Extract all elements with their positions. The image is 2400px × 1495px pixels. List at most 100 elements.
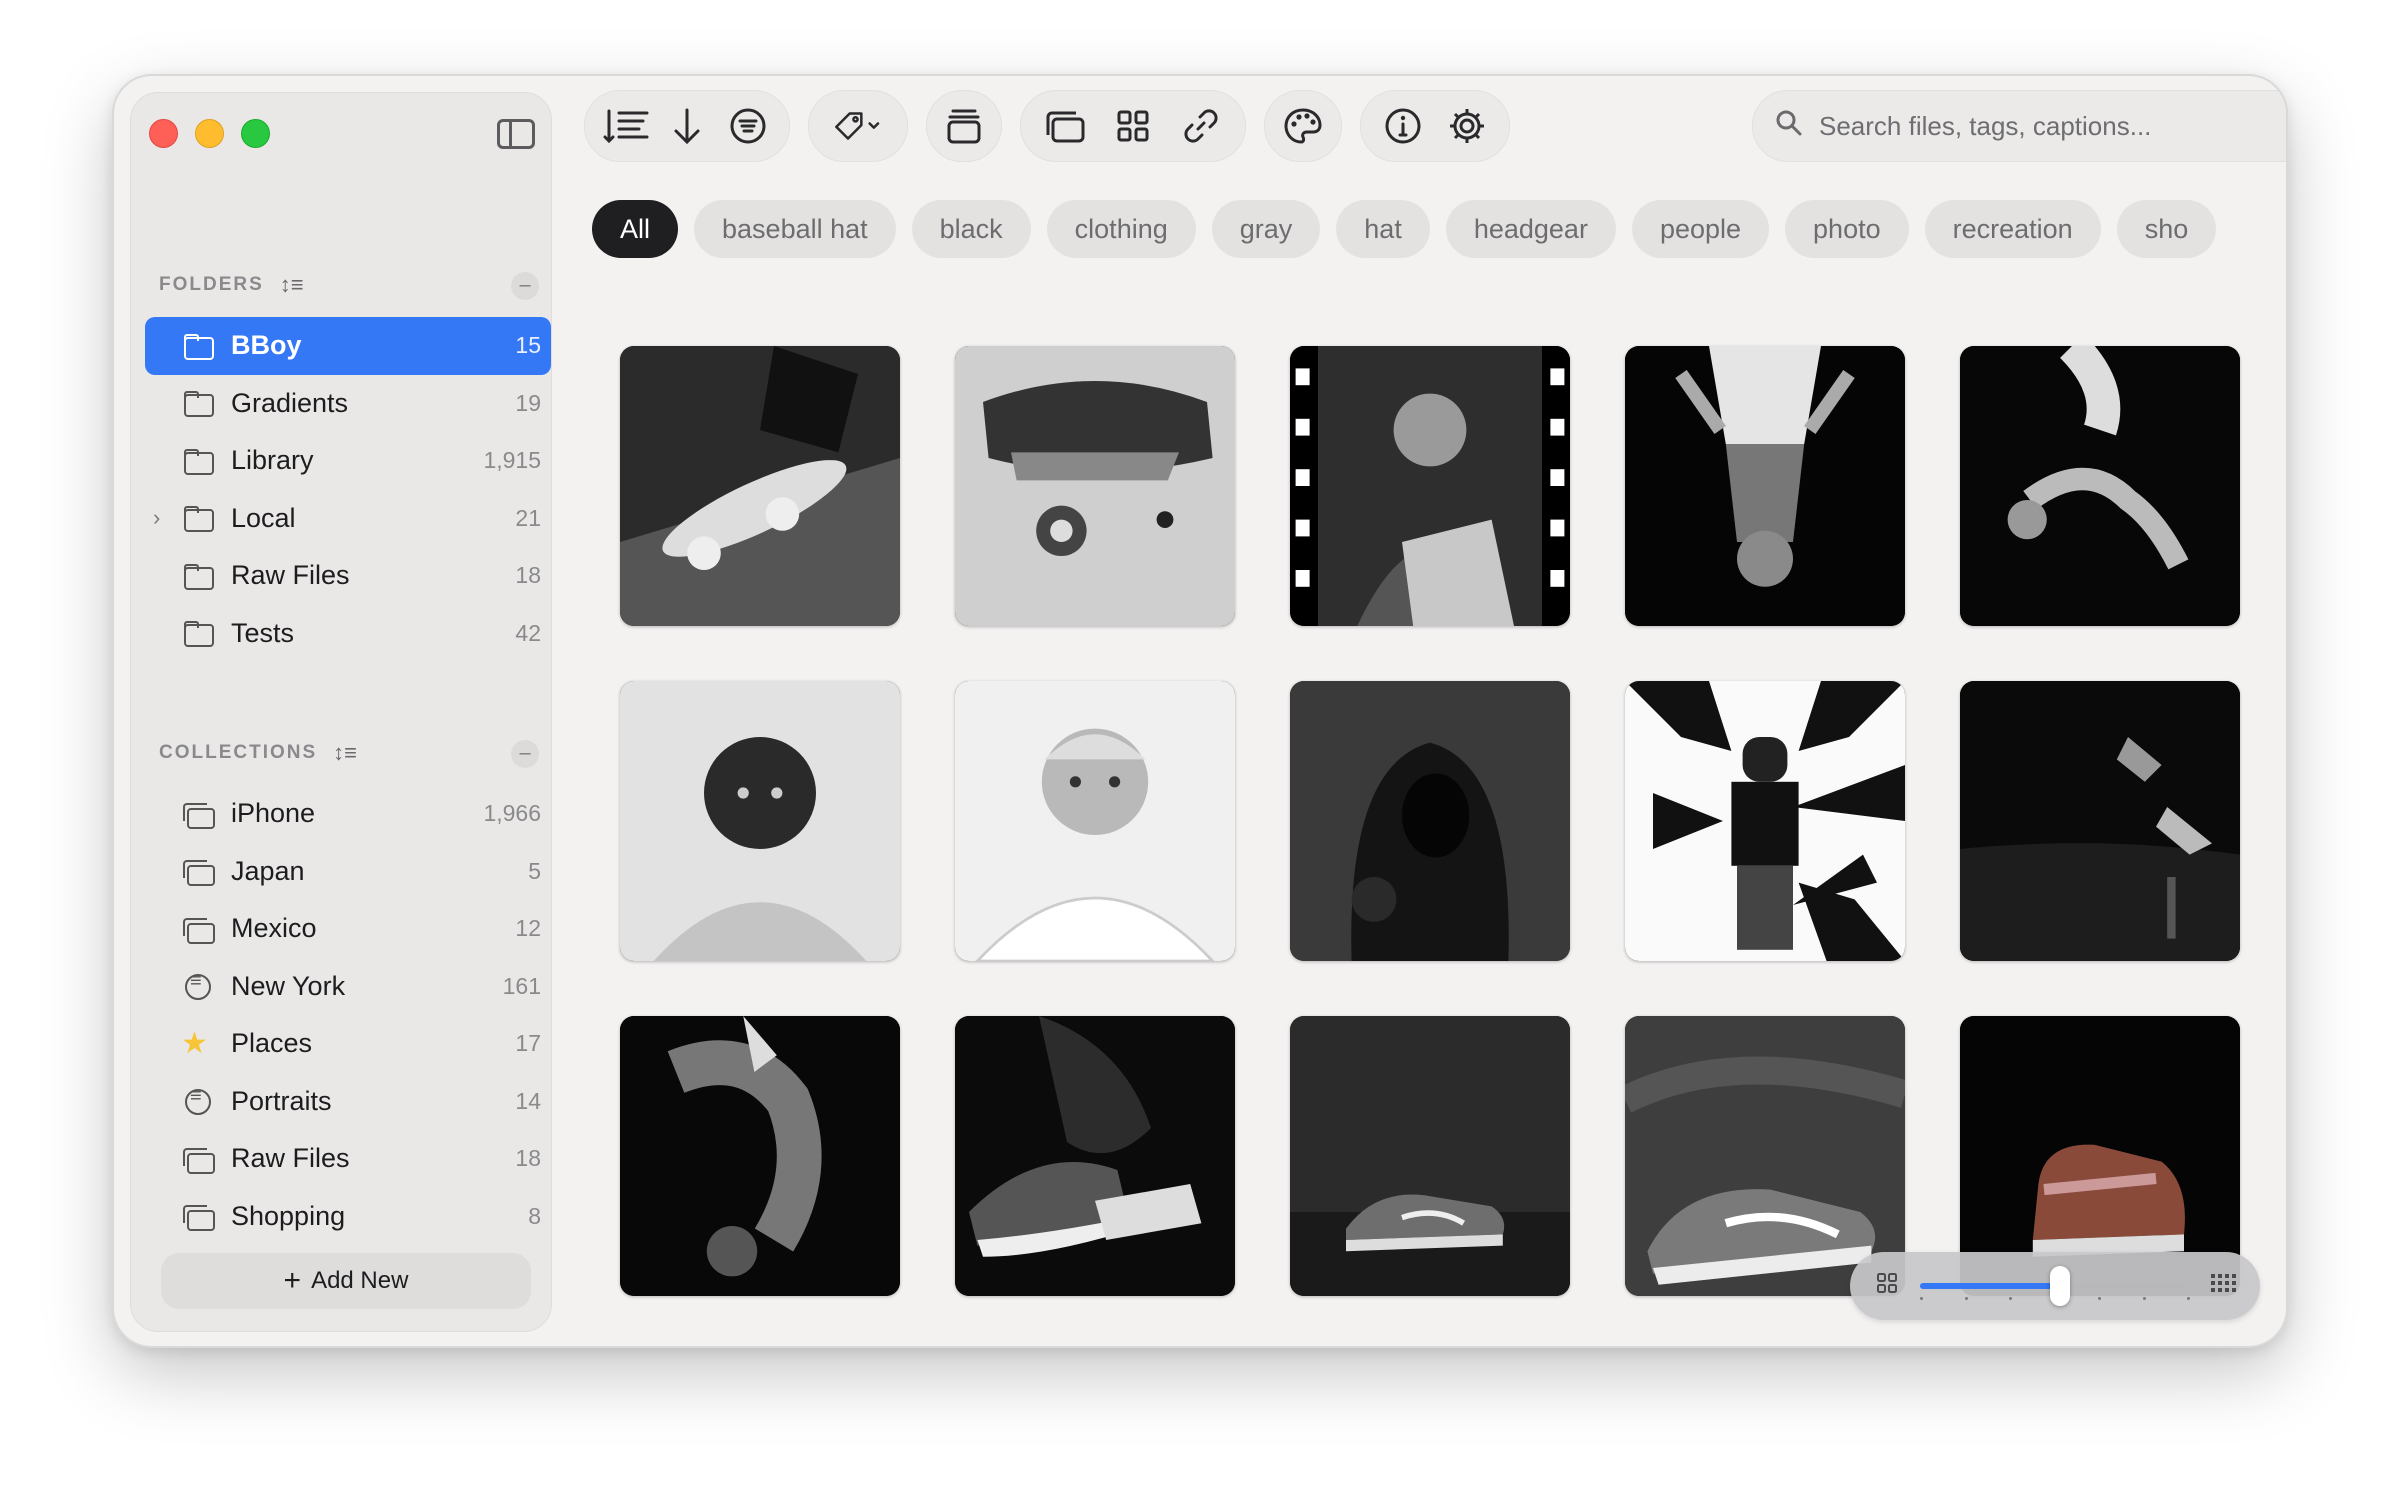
info-icon[interactable] (1378, 101, 1428, 151)
folders-title: FOLDERS (159, 274, 264, 295)
photo-thumbnail[interactable] (1960, 346, 2240, 626)
link-icon[interactable] (1176, 101, 1226, 151)
sidebar-item-tests[interactable]: Tests 42 (145, 605, 551, 663)
add-new-label: Add New (311, 1267, 409, 1294)
view-group (1020, 90, 1246, 162)
close-window-button[interactable] (149, 119, 178, 148)
folder-icon (181, 390, 215, 418)
photo-thumbnail[interactable] (1290, 346, 1570, 626)
sidebar-item-raw-files[interactable]: Raw Files 18 (145, 1130, 551, 1188)
plus-icon: + (283, 1264, 302, 1297)
photo-thumbnail[interactable] (1625, 1016, 1905, 1296)
small-grid-icon[interactable] (1872, 1271, 1902, 1302)
zoom-slider-fill (1920, 1283, 2061, 1289)
star-icon: ★ (181, 1026, 208, 1060)
sidebar-item-japan[interactable]: Japan 5 (145, 843, 551, 901)
folders-sort-icon[interactable]: ↕≡ (280, 272, 304, 298)
sidebar-item-bboy[interactable]: BBoy 15 (145, 317, 551, 375)
sidebar-item-label: Japan (231, 855, 305, 886)
folder-icon (181, 620, 215, 648)
sidebar-item-count: 161 (502, 972, 541, 999)
photo-thumbnail[interactable] (1625, 681, 1905, 961)
grid-icon[interactable] (1108, 101, 1158, 151)
tag-icon (833, 101, 883, 151)
tag-chip[interactable]: gray (1211, 200, 1321, 258)
photo-thumbnail[interactable] (955, 681, 1235, 961)
palette-icon (1278, 101, 1328, 151)
sidebar-item-library[interactable]: Library 1,915 (145, 432, 551, 490)
stack-button[interactable] (926, 90, 1002, 162)
smart-collection-icon (181, 970, 215, 1001)
palette-button[interactable] (1264, 90, 1342, 162)
sidebar-item-portraits[interactable]: Portraits 14 (145, 1073, 551, 1131)
sidebar-item-label: Gradients (231, 387, 349, 418)
sidebar-item-local[interactable]: › Local 21 (145, 490, 551, 548)
sidebar-item-count: 18 (515, 1145, 541, 1172)
sidebar-item-label: Library (231, 445, 314, 476)
collections-sort-icon[interactable]: ↕≡ (333, 740, 357, 766)
folder-icon (181, 333, 215, 360)
tag-chip[interactable]: hat (1336, 200, 1430, 258)
sidebar-toggle-icon[interactable] (497, 119, 535, 149)
tag-chip[interactable]: clothing (1046, 200, 1196, 258)
photo-thumbnail[interactable] (1290, 681, 1570, 961)
dense-grid-icon[interactable] (2208, 1271, 2238, 1302)
folders-collapse-button[interactable]: – (511, 272, 539, 300)
photo-thumbnail[interactable] (1625, 346, 1905, 626)
folder-icon (181, 505, 215, 533)
sidebar: FOLDERS ↕≡ – BBoy 15 Gradients 19 Library 1,9… (130, 92, 552, 1332)
tag-chip[interactable]: headgear (1445, 200, 1616, 258)
photo-thumbnail[interactable] (620, 681, 900, 961)
zoom-slider-knob[interactable] (2050, 1266, 2071, 1306)
tag-chip[interactable]: baseball hat (694, 200, 896, 258)
gear-icon[interactable] (1442, 101, 1492, 151)
sidebar-item-count: 8 (528, 1202, 541, 1229)
photo-thumbnail[interactable] (1960, 681, 2240, 961)
sidebar-item-label: New York (231, 970, 346, 1001)
search-input[interactable] (1819, 110, 2286, 142)
sidebar-item-raw-files[interactable]: Raw Files 18 (145, 547, 551, 605)
zoom-slider[interactable] (1920, 1266, 2190, 1306)
search-bar[interactable] (1752, 90, 2286, 162)
tag-chip[interactable]: recreation (1924, 200, 2101, 258)
sidebar-item-new-york[interactable]: New York 161 (145, 958, 551, 1016)
collection-icon (181, 916, 215, 944)
folder-icon (181, 563, 215, 590)
photo-thumbnail[interactable] (620, 1016, 900, 1296)
photo-thumbnail[interactable] (955, 1016, 1235, 1296)
sidebar-item-shopping[interactable]: Shopping 8 (145, 1188, 551, 1246)
window-controls (149, 119, 270, 148)
zoom-window-button[interactable] (241, 119, 270, 148)
photo-thumbnail[interactable] (1290, 1016, 1570, 1296)
sidebar-item-count: 14 (515, 1087, 541, 1114)
search-icon (1775, 109, 1803, 144)
toolbar (584, 90, 2286, 162)
tag-menu-button[interactable] (808, 90, 908, 162)
collection-list: iPhone 1,966 Japan 5 Mexico 12 New York 161 ★ Pla… (145, 785, 551, 1245)
tag-chip[interactable]: people (1631, 200, 1770, 258)
photo-thumbnail[interactable] (620, 346, 900, 626)
sidebar-item-count: 21 (515, 504, 541, 531)
photo-thumbnail[interactable] (955, 346, 1235, 626)
minimize-window-button[interactable] (195, 119, 224, 148)
tag-chip[interactable]: photo (1785, 200, 1909, 258)
collections-collapse-button[interactable]: – (511, 740, 539, 768)
tag-chip[interactable]: sho (2116, 200, 2217, 258)
collection-icon (181, 801, 215, 829)
arrow-down-icon[interactable] (662, 101, 712, 151)
tag-chip[interactable]: black (911, 200, 1031, 258)
sidebar-item-iphone[interactable]: iPhone 1,966 (145, 785, 551, 843)
sidebar-item-places[interactable]: ★ Places 17 (145, 1015, 551, 1073)
chevron-right-icon[interactable]: › (153, 505, 160, 531)
sidebar-item-label: iPhone (231, 798, 316, 829)
collections-icon[interactable] (1040, 101, 1090, 151)
collection-icon (181, 1146, 215, 1174)
sidebar-item-mexico[interactable]: Mexico 12 (145, 900, 551, 958)
sort-lines-icon[interactable] (601, 101, 651, 151)
tag-chip[interactable]: All (592, 200, 679, 258)
sidebar-item-gradients[interactable]: Gradients 19 (145, 375, 551, 433)
add-new-button[interactable]: + Add New (161, 1253, 531, 1309)
sidebar-item-count: 1,966 (483, 800, 541, 827)
info-group (1360, 90, 1510, 162)
filter-icon[interactable] (723, 101, 773, 151)
